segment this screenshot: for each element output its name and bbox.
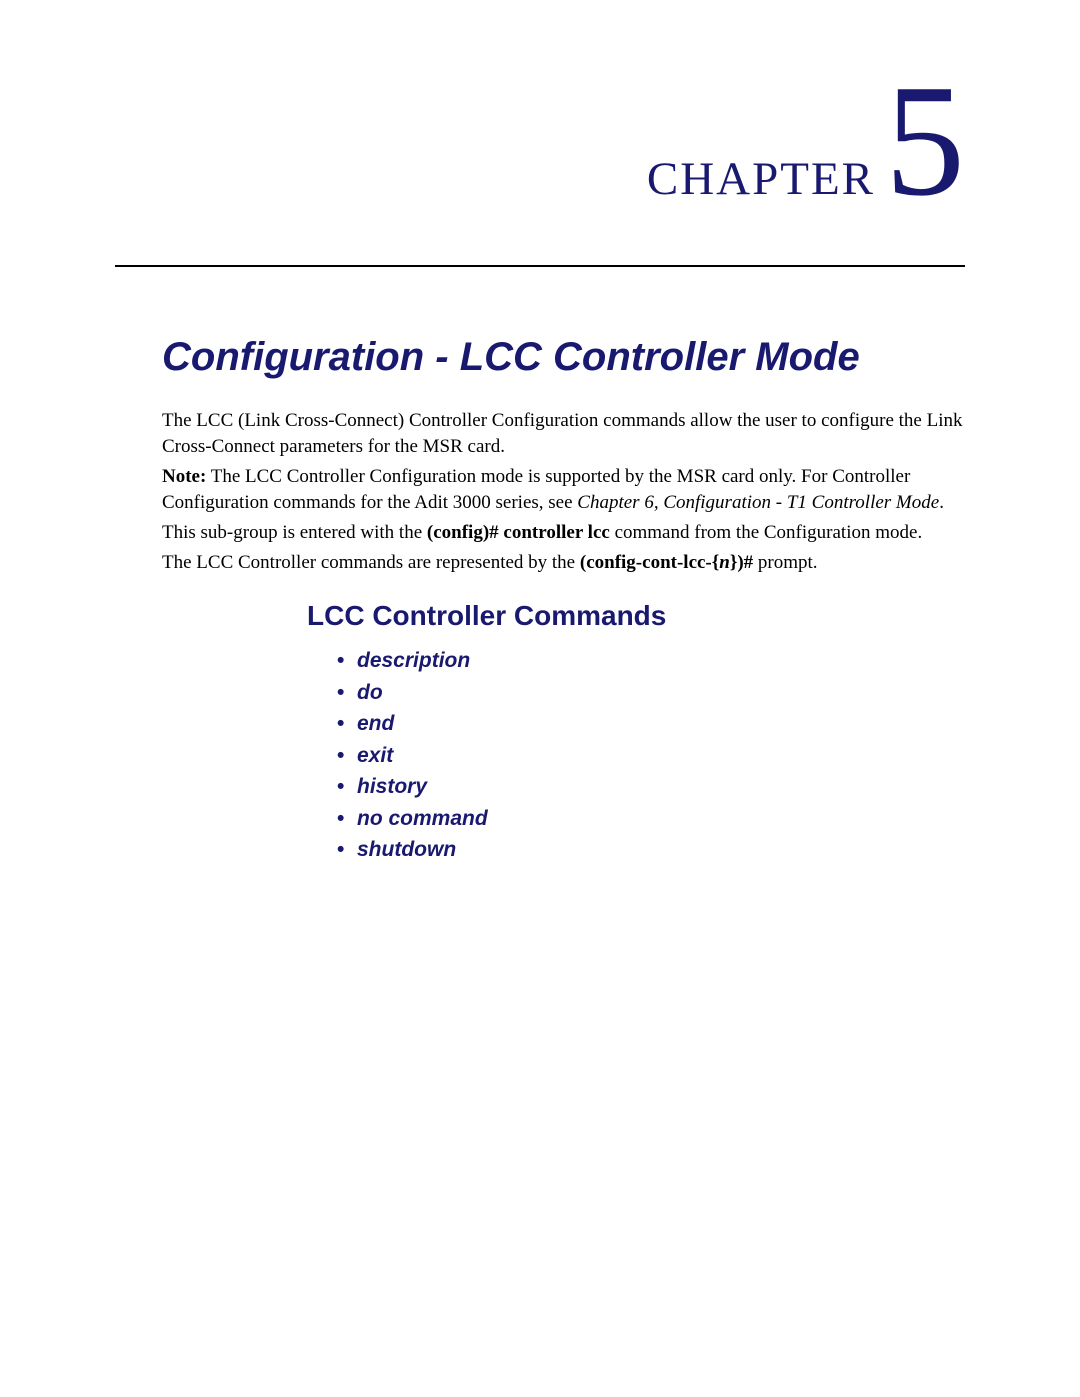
list-item: do: [337, 677, 488, 709]
paragraph-subgroup: This sub-group is entered with the (conf…: [162, 520, 965, 546]
list-item: exit: [337, 740, 488, 772]
paragraph-note: Note: The LCC Controller Configuration m…: [162, 464, 965, 515]
list-item: end: [337, 708, 488, 740]
p4-prompt-1: (config-cont-lcc-{: [580, 552, 719, 573]
paragraph-intro: The LCC (Link Cross-Connect) Controller …: [162, 408, 965, 459]
p4-prompt-2: })#: [730, 552, 753, 573]
paragraph-prompt: The LCC Controller commands are represen…: [162, 550, 965, 576]
chapter-label: CHAPTER: [647, 152, 875, 206]
note-end: .: [939, 492, 944, 513]
note-label: Note:: [162, 466, 206, 487]
p3-pre: This sub-group is entered with the: [162, 522, 427, 543]
chapter-number: 5: [885, 60, 965, 220]
p3-command: (config)# controller lcc: [427, 522, 610, 543]
p4-prompt-n: n: [719, 552, 730, 573]
list-item: no command: [337, 803, 488, 835]
chapter-reference: Chapter 6, Configuration - T1 Controller…: [577, 492, 939, 513]
p4-pre: The LCC Controller commands are represen…: [162, 552, 580, 573]
p4-post: prompt.: [753, 552, 817, 573]
horizontal-rule: [115, 265, 965, 267]
chapter-header: CHAPTER 5: [647, 60, 965, 220]
section-heading: LCC Controller Commands: [307, 600, 666, 632]
list-item: history: [337, 771, 488, 803]
list-item: shutdown: [337, 834, 488, 866]
p3-post: command from the Configuration mode.: [610, 522, 922, 543]
list-item: description: [337, 645, 488, 677]
command-list: description do end exit history no comma…: [337, 645, 488, 866]
page-title: Configuration - LCC Controller Mode: [162, 335, 860, 380]
